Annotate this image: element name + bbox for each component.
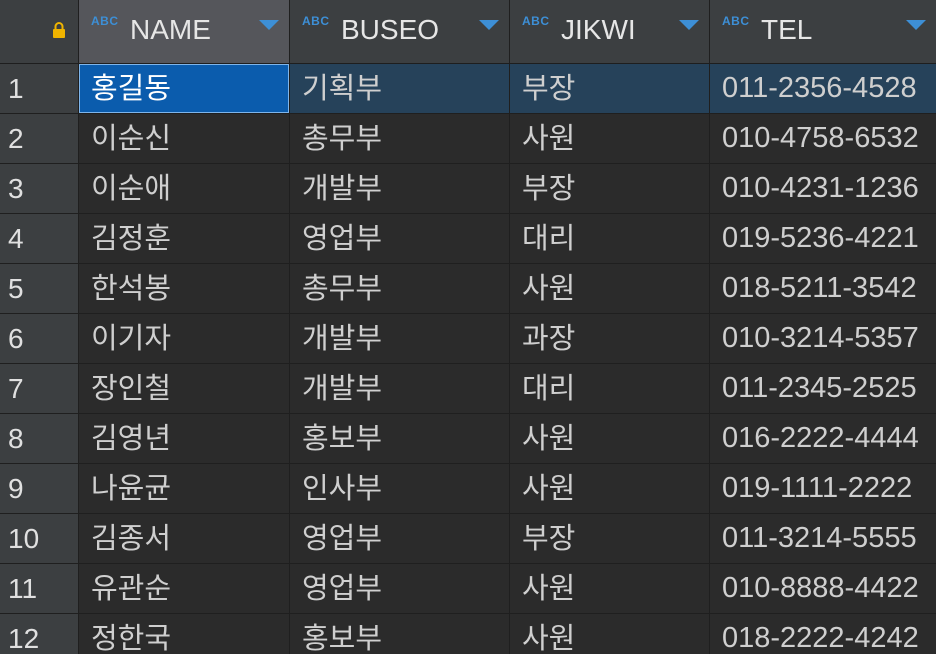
- row-number[interactable]: 5: [0, 264, 79, 313]
- text-type-icon: ABC: [722, 14, 750, 28]
- cell-name[interactable]: 이기자: [79, 314, 290, 363]
- cell-tel[interactable]: 010-8888-4422: [710, 564, 936, 613]
- cell-buseo[interactable]: 영업부: [290, 214, 510, 263]
- cell-buseo[interactable]: 홍보부: [290, 614, 510, 654]
- table-row[interactable]: 4 김정훈 영업부 대리 019-5236-4221: [0, 214, 936, 264]
- grid-body: 1 홍길동 기획부 부장 011-2356-4528 2 이순신 총무부 사원 …: [0, 64, 936, 654]
- table-row[interactable]: 6 이기자 개발부 과장 010-3214-5357: [0, 314, 936, 364]
- column-header-jikwi[interactable]: ABC JIKWI: [510, 0, 710, 63]
- sort-dropdown-icon[interactable]: [679, 20, 699, 30]
- cell-jikwi[interactable]: 부장: [510, 164, 710, 213]
- sort-dropdown-icon[interactable]: [479, 20, 499, 30]
- table-row[interactable]: 1 홍길동 기획부 부장 011-2356-4528: [0, 64, 936, 114]
- cell-tel[interactable]: 016-2222-4444: [710, 414, 936, 463]
- cell-jikwi[interactable]: 부장: [510, 514, 710, 563]
- table-row[interactable]: 11 유관순 영업부 사원 010-8888-4422: [0, 564, 936, 614]
- cell-name[interactable]: 이순신: [79, 114, 290, 163]
- cell-name[interactable]: 이순애: [79, 164, 290, 213]
- row-number[interactable]: 9: [0, 464, 79, 513]
- row-number[interactable]: 6: [0, 314, 79, 363]
- row-number[interactable]: 10: [0, 514, 79, 563]
- cell-tel[interactable]: 011-3214-5555: [710, 514, 936, 563]
- cell-tel[interactable]: 019-1111-2222: [710, 464, 936, 513]
- column-header-label: NAME: [130, 14, 211, 45]
- cell-name[interactable]: 나윤균: [79, 464, 290, 513]
- cell-tel[interactable]: 010-3214-5357: [710, 314, 936, 363]
- table-row[interactable]: 12 정한국 홍보부 사원 018-2222-4242: [0, 614, 936, 654]
- column-header-tel[interactable]: ABC TEL: [710, 0, 936, 63]
- cell-buseo[interactable]: 홍보부: [290, 414, 510, 463]
- row-number[interactable]: 1: [0, 64, 79, 113]
- row-number[interactable]: 8: [0, 414, 79, 463]
- cell-tel[interactable]: 018-5211-3542: [710, 264, 936, 313]
- table-row[interactable]: 5 한석봉 총무부 사원 018-5211-3542: [0, 264, 936, 314]
- column-header-label: TEL: [761, 14, 813, 45]
- lock-icon: [53, 22, 65, 38]
- cell-tel[interactable]: 011-2345-2525: [710, 364, 936, 413]
- cell-name[interactable]: 정한국: [79, 614, 290, 654]
- cell-jikwi[interactable]: 과장: [510, 314, 710, 363]
- sort-dropdown-icon[interactable]: [906, 20, 926, 30]
- row-number[interactable]: 4: [0, 214, 79, 263]
- cell-buseo[interactable]: 개발부: [290, 314, 510, 363]
- table-row[interactable]: 8 김영년 홍보부 사원 016-2222-4444: [0, 414, 936, 464]
- cell-jikwi[interactable]: 대리: [510, 214, 710, 263]
- cell-jikwi[interactable]: 사원: [510, 114, 710, 163]
- text-type-icon: ABC: [302, 14, 330, 28]
- cell-jikwi[interactable]: 사원: [510, 614, 710, 654]
- cell-jikwi[interactable]: 사원: [510, 564, 710, 613]
- result-grid: ABC NAME ABC BUSEO ABC JIKWI ABC TEL 1 홍…: [0, 0, 936, 654]
- row-number-header[interactable]: [0, 0, 79, 63]
- cell-buseo[interactable]: 기획부: [290, 64, 510, 113]
- grid-header: ABC NAME ABC BUSEO ABC JIKWI ABC TEL: [0, 0, 936, 64]
- cell-buseo[interactable]: 영업부: [290, 514, 510, 563]
- table-row[interactable]: 9 나윤균 인사부 사원 019-1111-2222: [0, 464, 936, 514]
- cell-tel[interactable]: 018-2222-4242: [710, 614, 936, 654]
- cell-jikwi[interactable]: 사원: [510, 464, 710, 513]
- column-header-label: JIKWI: [561, 14, 636, 45]
- table-row[interactable]: 10 김종서 영업부 부장 011-3214-5555: [0, 514, 936, 564]
- cell-buseo[interactable]: 개발부: [290, 364, 510, 413]
- cell-tel[interactable]: 010-4231-1236: [710, 164, 936, 213]
- table-row[interactable]: 2 이순신 총무부 사원 010-4758-6532: [0, 114, 936, 164]
- text-type-icon: ABC: [91, 14, 119, 28]
- cell-name[interactable]: 김영년: [79, 414, 290, 463]
- row-number[interactable]: 11: [0, 564, 79, 613]
- text-type-icon: ABC: [522, 14, 550, 28]
- cell-buseo[interactable]: 인사부: [290, 464, 510, 513]
- cell-jikwi[interactable]: 부장: [510, 64, 710, 113]
- cell-tel[interactable]: 019-5236-4221: [710, 214, 936, 263]
- table-row[interactable]: 7 장인철 개발부 대리 011-2345-2525: [0, 364, 936, 414]
- cell-buseo[interactable]: 총무부: [290, 114, 510, 163]
- cell-jikwi[interactable]: 사원: [510, 264, 710, 313]
- cell-jikwi[interactable]: 대리: [510, 364, 710, 413]
- cell-name[interactable]: 장인철: [79, 364, 290, 413]
- row-number[interactable]: 7: [0, 364, 79, 413]
- row-number[interactable]: 12: [0, 614, 79, 654]
- cell-tel[interactable]: 010-4758-6532: [710, 114, 936, 163]
- cell-name[interactable]: 김정훈: [79, 214, 290, 263]
- sort-dropdown-icon[interactable]: [259, 20, 279, 30]
- cell-name[interactable]: 유관순: [79, 564, 290, 613]
- table-row[interactable]: 3 이순애 개발부 부장 010-4231-1236: [0, 164, 936, 214]
- cell-name[interactable]: 홍길동: [79, 64, 290, 113]
- cell-buseo[interactable]: 영업부: [290, 564, 510, 613]
- column-header-buseo[interactable]: ABC BUSEO: [290, 0, 510, 63]
- cell-buseo[interactable]: 개발부: [290, 164, 510, 213]
- column-header-label: BUSEO: [341, 14, 440, 45]
- cell-tel[interactable]: 011-2356-4528: [710, 64, 936, 113]
- cell-name[interactable]: 한석봉: [79, 264, 290, 313]
- column-header-name[interactable]: ABC NAME: [79, 0, 290, 63]
- cell-name[interactable]: 김종서: [79, 514, 290, 563]
- row-number[interactable]: 2: [0, 114, 79, 163]
- cell-buseo[interactable]: 총무부: [290, 264, 510, 313]
- cell-jikwi[interactable]: 사원: [510, 414, 710, 463]
- row-number[interactable]: 3: [0, 164, 79, 213]
